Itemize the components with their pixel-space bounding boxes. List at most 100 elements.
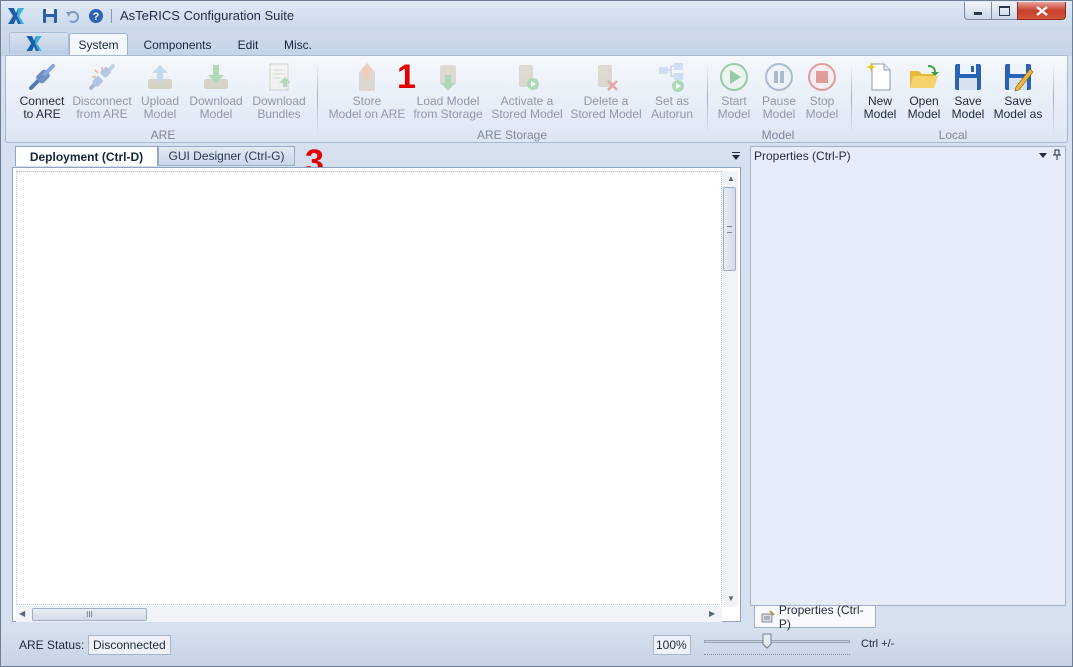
properties-options-button[interactable] (1038, 152, 1048, 160)
new-label-2: Model (863, 107, 897, 121)
play-icon (720, 63, 748, 91)
save-quick-icon[interactable] (42, 8, 58, 24)
plug-disconnect-icon (89, 64, 115, 90)
minimize-button[interactable] (964, 2, 992, 20)
start-model-button[interactable]: Start Model (715, 61, 753, 121)
vertical-scroll-thumb[interactable] (723, 187, 736, 271)
new-model-button[interactable]: New Model (861, 61, 899, 121)
properties-tab-label: Properties (Ctrl-P) (778, 602, 864, 631)
deployment-canvas[interactable] (16, 171, 722, 605)
download-model-label-2: Model (199, 107, 233, 121)
autorun-icon (659, 63, 684, 92)
are-status-value: Disconnected (88, 635, 171, 655)
save-model-button[interactable]: Save Model (949, 61, 987, 121)
store-model-on-are-button[interactable]: Store Model on ARE (327, 61, 407, 121)
autorun-label-2: Autorun (650, 107, 694, 121)
download-bundles-button[interactable]: Download Bundles (249, 61, 309, 121)
load-model-icon (440, 65, 456, 91)
group-label-are: ARE (150, 128, 176, 142)
pause-model-button[interactable]: Pause Model (759, 61, 799, 121)
group-label-model: Model (761, 128, 795, 142)
bundles-document-icon (269, 63, 291, 91)
close-icon (1035, 5, 1048, 16)
pause-icon (765, 63, 793, 91)
close-button[interactable] (1017, 2, 1066, 20)
help-icon[interactable]: ? (88, 8, 104, 24)
group-separator (317, 63, 318, 135)
title-separator (111, 9, 112, 23)
tab-edit[interactable]: Edit (230, 33, 266, 56)
scroll-right-icon[interactable]: ▶ (709, 609, 715, 618)
document-tab-menu-button[interactable] (730, 150, 742, 162)
tab-components[interactable]: Components (135, 33, 220, 56)
upload-icon (148, 65, 172, 89)
undo-icon[interactable] (65, 8, 81, 24)
tab-misc[interactable]: Misc. (276, 33, 320, 56)
start-label-2: Model (717, 107, 751, 121)
menu-dash-icon (732, 152, 740, 153)
save-model-as-button[interactable]: Save Model as (991, 61, 1045, 121)
app-window: ? AsTeRICS Configuration Suite System Co… (0, 0, 1073, 667)
zoom-slider-ticks (704, 651, 850, 655)
stop-label-2: Model (805, 107, 839, 121)
maximize-icon (999, 5, 1010, 16)
delete-model-icon (598, 65, 618, 91)
load-label-2: from Storage (413, 107, 483, 121)
are-status-label: ARE Status: (19, 638, 85, 652)
grip-lines: III (86, 610, 93, 619)
open-label-2: Model (907, 107, 941, 121)
save-as-disk-icon (1005, 64, 1034, 92)
download-icon (204, 65, 228, 89)
minimize-icon (974, 12, 982, 15)
properties-icon (761, 610, 775, 622)
scroll-down-icon[interactable]: ▼ (727, 594, 735, 603)
grip-icon (727, 226, 732, 233)
store-model-icon (359, 63, 375, 91)
tab-system[interactable]: System (69, 33, 128, 56)
maximize-button[interactable] (991, 2, 1018, 20)
load-model-from-storage-button[interactable]: Load Model from Storage (409, 61, 487, 121)
pause-label-2: Model (762, 107, 796, 121)
zoom-slider-thumb[interactable] (762, 633, 772, 649)
horizontal-scroll-thumb[interactable]: III (32, 608, 147, 621)
properties-panel (750, 146, 1066, 606)
group-label-local: Local (938, 128, 968, 142)
properties-panel-title: Properties (Ctrl-P) (754, 149, 851, 163)
store-label-2: Model on ARE (328, 107, 406, 121)
properties-bottom-tab[interactable]: Properties (Ctrl-P) (754, 602, 876, 631)
group-separator (1053, 63, 1054, 135)
asterics-logo-icon[interactable] (7, 7, 25, 25)
open-folder-icon (910, 65, 939, 88)
svg-text:?: ? (93, 11, 100, 23)
open-model-button[interactable]: Open Model (905, 61, 943, 121)
stop-icon (808, 63, 836, 91)
application-menu-button[interactable] (9, 32, 69, 54)
pin-icon (1053, 149, 1061, 160)
scroll-left-icon[interactable]: ◀ (19, 609, 25, 618)
tab-gui-designer[interactable]: GUI Designer (Ctrl-G) (158, 146, 295, 166)
connect-to-are-button[interactable]: Connect to ARE (15, 61, 69, 121)
connect-label-2: to ARE (23, 107, 61, 121)
app-menu-logo-icon (26, 35, 42, 52)
tab-deployment[interactable]: Deployment (Ctrl-D) (15, 146, 158, 166)
annotation-1: 1 (397, 58, 416, 96)
activate-stored-model-button[interactable]: Activate a Stored Model (489, 61, 565, 121)
stop-model-button[interactable]: Stop Model (803, 61, 841, 121)
zoom-level: 100% (653, 635, 691, 655)
delete-stored-model-button[interactable]: Delete a Stored Model (567, 61, 645, 121)
upload-label-2: Model (143, 107, 177, 121)
zoom-shortcut-hint: Ctrl +/- (861, 638, 895, 650)
chevron-down-icon (1039, 153, 1047, 158)
scroll-up-icon[interactable]: ▲ (727, 174, 735, 183)
zoom-slider-track[interactable] (704, 640, 850, 643)
plug-connect-icon (29, 64, 55, 90)
new-document-icon (866, 62, 891, 91)
upload-model-button[interactable]: Upload Model (135, 61, 185, 121)
set-as-autorun-button[interactable]: Set as Autorun (647, 61, 697, 121)
activate-label-2: Stored Model (491, 107, 563, 121)
download-model-button[interactable]: Download Model (187, 61, 245, 121)
pin-button[interactable] (1052, 149, 1062, 161)
disconnect-from-are-button[interactable]: Disconnect from ARE (71, 61, 133, 121)
group-separator (707, 63, 708, 135)
save-as-label-2: Model as (993, 107, 1043, 121)
